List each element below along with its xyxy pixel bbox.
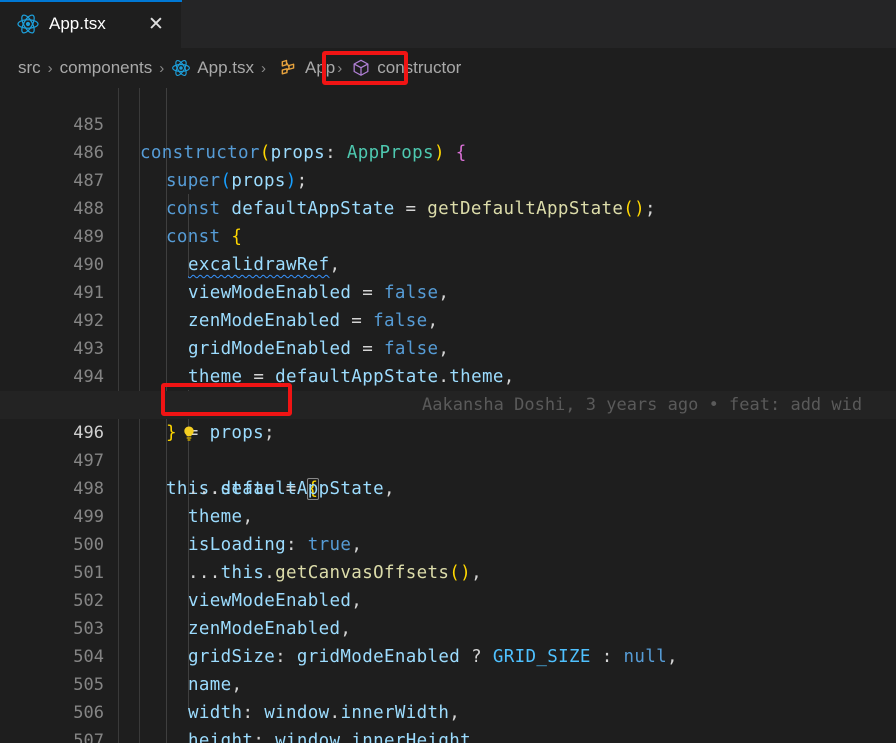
code-line[interactable]: 506 height: window.innerHeight, bbox=[0, 671, 896, 743]
code-editor[interactable]: 485 constructor(props: AppProps) { 486 s… bbox=[0, 88, 896, 743]
code-line[interactable]: 499 isLoading: true, bbox=[0, 475, 896, 555]
breadcrumb-separator: › bbox=[159, 59, 165, 77]
class-icon bbox=[279, 58, 299, 78]
code-line[interactable]: 488 const { bbox=[0, 167, 896, 247]
close-icon[interactable]: ✕ bbox=[145, 13, 167, 35]
breadcrumb-separator: › bbox=[337, 59, 343, 77]
editor-tab-bar: App.tsx ✕ bbox=[0, 0, 896, 48]
code-line[interactable]: 493 theme = defaultAppState.theme, bbox=[0, 307, 896, 387]
code-line[interactable]: 505 width: window.innerWidth, bbox=[0, 643, 896, 723]
code-line[interactable]: 491 zenModeEnabled = false, bbox=[0, 251, 896, 331]
breadcrumb-label: components bbox=[59, 58, 153, 77]
code-line[interactable]: 500 ...this.getCanvasOffsets(), bbox=[0, 503, 896, 583]
code-line[interactable]: 508 bbox=[0, 727, 896, 743]
code-line[interactable]: 503 gridSize: gridModeEnabled ? GRID_SIZ… bbox=[0, 587, 896, 667]
breadcrumb-item-constructor[interactable]: constructor bbox=[351, 58, 461, 78]
tab-app-tsx[interactable]: App.tsx ✕ bbox=[0, 0, 182, 48]
tab-label: App.tsx bbox=[49, 14, 106, 33]
breadcrumb-label: App.tsx bbox=[197, 58, 254, 77]
code-line[interactable]: 507 }; bbox=[0, 699, 896, 743]
code-line[interactable]: 489 excalidrawRef, bbox=[0, 195, 896, 275]
git-blame-annotation[interactable]: Aakansha Doshi, 3 years ago • feat: add … bbox=[422, 391, 862, 419]
code-line-active[interactable]: 496 this.state = { Aakansha Doshi, 3 yea… bbox=[0, 391, 896, 500]
code-line[interactable]: 492 gridModeEnabled = false, bbox=[0, 279, 896, 359]
breadcrumb-item-app[interactable]: App bbox=[279, 58, 335, 78]
code-line[interactable]: 494 name = defaultAppState.name, bbox=[0, 335, 896, 415]
breadcrumb-item-src[interactable]: src bbox=[18, 58, 41, 78]
tab-bar-empty-area bbox=[182, 0, 896, 48]
breadcrumb-item-components[interactable]: components bbox=[60, 58, 153, 78]
code-line[interactable]: 486 super(props); bbox=[0, 111, 896, 191]
breadcrumb-label: App bbox=[305, 58, 336, 77]
breadcrumb-label: constructor bbox=[377, 58, 462, 77]
code-line[interactable]: 485 constructor(props: AppProps) { bbox=[0, 88, 896, 163]
breadcrumb-label: src bbox=[18, 58, 41, 77]
code-line[interactable]: 502 zenModeEnabled, bbox=[0, 559, 896, 639]
breadcrumb: src › components › App.tsx › App › const… bbox=[0, 48, 896, 88]
breadcrumb-separator: › bbox=[47, 59, 53, 77]
code-line[interactable]: 495 } = props; bbox=[0, 363, 896, 443]
breadcrumb-item-app-tsx[interactable]: App.tsx bbox=[171, 58, 254, 78]
code-line[interactable]: 490 viewModeEnabled = false, bbox=[0, 223, 896, 303]
code-line[interactable]: 487 const defaultAppState = getDefaultAp… bbox=[0, 139, 896, 219]
code-line[interactable]: 501 viewModeEnabled, bbox=[0, 531, 896, 611]
method-cube-icon bbox=[351, 58, 371, 78]
code-line[interactable]: 498 theme, bbox=[0, 447, 896, 527]
breadcrumb-separator: › bbox=[261, 59, 266, 77]
lightbulb-icon[interactable] bbox=[122, 396, 194, 441]
code-line[interactable]: 497 ...defaultAppState, bbox=[0, 419, 896, 499]
react-icon bbox=[171, 58, 191, 78]
react-icon bbox=[16, 12, 40, 36]
code-line[interactable]: 504 name, bbox=[0, 615, 896, 695]
